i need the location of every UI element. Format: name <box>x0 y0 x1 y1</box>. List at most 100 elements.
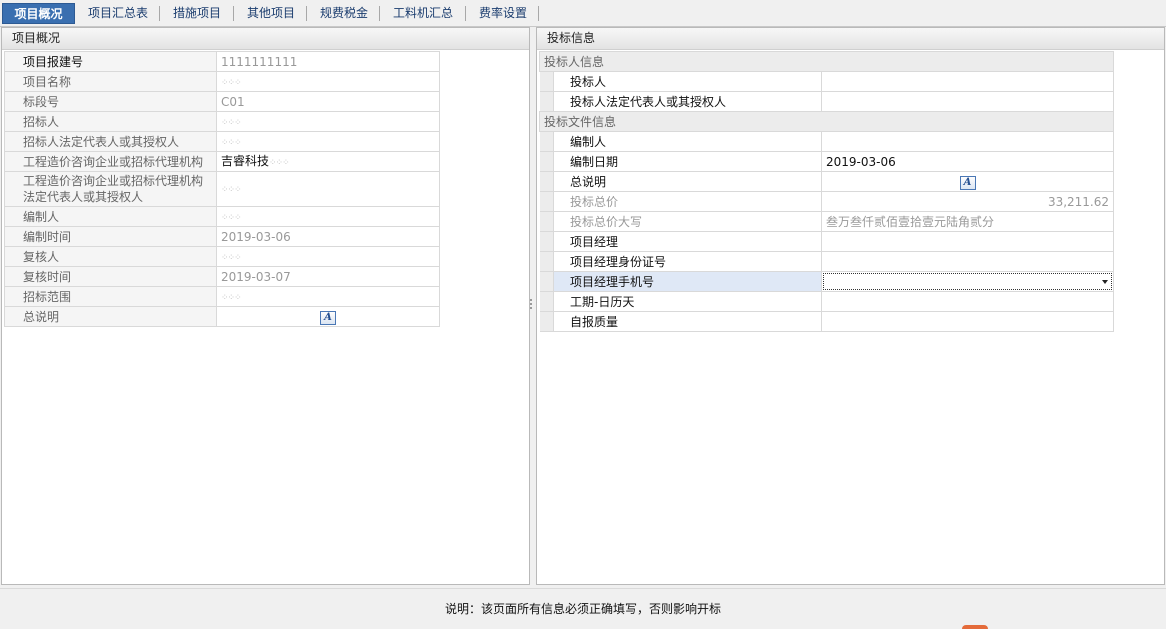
row-label: 复核时间 <box>4 266 217 287</box>
row-label: 编制人 <box>553 131 822 152</box>
row-label: 投标总价大写 <box>553 211 822 232</box>
table-row: 投标人 <box>539 71 1115 92</box>
bidder-field[interactable] <box>820 71 1115 92</box>
row-indent <box>539 171 554 192</box>
table-row: 项目报建号 1111111111 <box>4 51 440 72</box>
project-manager-field[interactable] <box>820 231 1115 252</box>
row-label: 总说明 <box>553 171 822 192</box>
row-label: 投标总价 <box>553 191 822 212</box>
chevron-down-icon[interactable] <box>1102 280 1109 284</box>
table-row: 招标人法定代表人或其授权人 ⁘⁘⁘ <box>4 131 440 152</box>
row-indent <box>539 311 554 332</box>
bid-total-price-field: 33,211.62 <box>820 191 1115 212</box>
tab-fees-taxes[interactable]: 规费税金 <box>313 3 375 24</box>
manager-id-field[interactable] <box>820 251 1115 272</box>
row-label: 投标人法定代表人或其授权人 <box>553 91 822 112</box>
table-row: 总说明 A <box>539 171 1115 192</box>
tab-bar: 项目概况 项目汇总表 措施项目 其他项目 规费税金 工料机汇总 费率设置 <box>0 0 1166 27</box>
bid-compile-date-field[interactable]: 2019-03-06 <box>820 151 1115 172</box>
row-indent <box>539 291 554 312</box>
self-reported-quality-field[interactable] <box>820 311 1115 332</box>
redacted-value: ⁘⁘⁘ <box>269 157 290 168</box>
agency-field[interactable]: 吉睿科技⁘⁘⁘ <box>216 151 440 172</box>
manager-phone-dropdown[interactable] <box>823 273 1113 290</box>
project-code-field[interactable]: 1111111111 <box>216 51 440 72</box>
bidder-representative-field[interactable] <box>820 91 1115 112</box>
row-label: 工期-日历天 <box>553 291 822 312</box>
tab-other-items[interactable]: 其他项目 <box>240 3 302 24</box>
row-indent <box>539 191 554 212</box>
project-overview-panel: 项目概况 项目报建号 1111111111 项目名称 ⁘⁘⁘ 标段号 C01 招… <box>1 27 530 585</box>
table-row: 工程造价咨询企业或招标代理机构法定代表人或其授权人 ⁘⁘⁘ <box>4 171 440 207</box>
section-title-bid-document: 投标文件信息 <box>538 111 1115 132</box>
table-row: 总说明 A <box>4 306 440 327</box>
table-row: 招标范围 ⁘⁘⁘ <box>4 286 440 307</box>
row-label: 招标人 <box>4 111 217 132</box>
tab-separator <box>465 6 466 21</box>
row-label: 复核人 <box>4 246 217 267</box>
project-overview-table: 项目报建号 1111111111 项目名称 ⁘⁘⁘ 标段号 C01 招标人 ⁘⁘… <box>4 51 440 327</box>
row-label: 项目经理手机号 <box>553 271 822 292</box>
table-row: 编制人 <box>539 131 1115 152</box>
tab-separator <box>306 6 307 21</box>
table-row: 编制人 ⁘⁘⁘ <box>4 206 440 227</box>
tab-measures[interactable]: 措施项目 <box>166 3 228 24</box>
tab-separator <box>159 6 160 21</box>
table-row: 投标总价大写 叁万叁仟贰佰壹拾壹元陆角贰分 <box>539 211 1115 232</box>
row-label: 项目经理 <box>553 231 822 252</box>
project-name-field[interactable]: ⁘⁘⁘ <box>216 71 440 92</box>
corner-decoration <box>962 625 988 629</box>
panel-splitter-handle[interactable] <box>530 298 533 312</box>
row-label: 项目经理身份证号 <box>553 251 822 272</box>
row-label: 投标人 <box>553 71 822 92</box>
footer-bar: 说明：该页面所有信息必须正确填写，否则影响开标 <box>0 588 1166 629</box>
row-label: 招标范围 <box>4 286 217 307</box>
tab-separator <box>538 6 539 21</box>
row-indent <box>539 251 554 272</box>
tenderer-representative-field[interactable]: ⁘⁘⁘ <box>216 131 440 152</box>
table-row: 投标人法定代表人或其授权人 <box>539 91 1115 112</box>
row-label: 招标人法定代表人或其授权人 <box>4 131 217 152</box>
row-label: 编制人 <box>4 206 217 227</box>
rich-text-edit-icon[interactable]: A <box>320 310 336 325</box>
redacted-value: ⁘⁘⁘ <box>221 185 242 195</box>
tender-scope-field[interactable]: ⁘⁘⁘ <box>216 286 440 307</box>
table-row: 项目名称 ⁘⁘⁘ <box>4 71 440 92</box>
row-label: 编制日期 <box>553 151 822 172</box>
section-header: 投标文件信息 <box>538 111 1115 132</box>
compiler-field[interactable]: ⁘⁘⁘ <box>216 206 440 227</box>
review-date-field[interactable]: 2019-03-07 <box>216 266 440 287</box>
bid-compiler-field[interactable] <box>820 131 1115 152</box>
agency-representative-field[interactable]: ⁘⁘⁘ <box>216 171 440 207</box>
row-label: 总说明 <box>4 306 217 327</box>
redacted-value: ⁘⁘⁘ <box>221 137 242 148</box>
section-number-field[interactable]: C01 <box>216 91 440 112</box>
bid-general-notes-field: A <box>820 171 1115 192</box>
row-label: 项目名称 <box>4 71 217 92</box>
rich-text-edit-icon[interactable]: A <box>959 175 976 190</box>
panel-title: 投标信息 <box>537 28 1164 50</box>
tab-materials-summary[interactable]: 工料机汇总 <box>386 3 460 24</box>
tenderer-field[interactable]: ⁘⁘⁘ <box>216 111 440 132</box>
tab-rate-settings[interactable]: 费率设置 <box>472 3 534 24</box>
table-row: 工程造价咨询企业或招标代理机构 吉睿科技⁘⁘⁘ <box>4 151 440 172</box>
panel-title: 项目概况 <box>2 28 529 50</box>
bid-total-price-words-field: 叁万叁仟贰佰壹拾壹元陆角贰分 <box>820 211 1115 232</box>
redacted-value: ⁘⁘⁘ <box>221 292 242 303</box>
reviewer-field[interactable]: ⁘⁘⁘ <box>216 246 440 267</box>
row-indent <box>539 271 554 292</box>
redacted-value: ⁘⁘⁘ <box>221 252 242 263</box>
tab-separator <box>233 6 234 21</box>
duration-days-field[interactable] <box>820 291 1115 312</box>
row-indent <box>539 131 554 152</box>
row-indent <box>539 71 554 92</box>
tab-project-summary[interactable]: 项目汇总表 <box>82 3 154 24</box>
row-label: 标段号 <box>4 91 217 112</box>
compile-date-field[interactable]: 2019-03-06 <box>216 226 440 247</box>
row-label: 工程造价咨询企业或招标代理机构 <box>4 151 217 172</box>
table-row: 复核人 ⁘⁘⁘ <box>4 246 440 267</box>
tab-project-overview[interactable]: 项目概况 <box>2 3 75 24</box>
row-label: 项目报建号 <box>4 51 217 72</box>
bid-info-panel: 投标信息 投标人信息 投标人 投标人法定代表人或其授权人 投标文件信息 编制人 … <box>536 27 1165 585</box>
manager-phone-cell <box>820 271 1115 292</box>
